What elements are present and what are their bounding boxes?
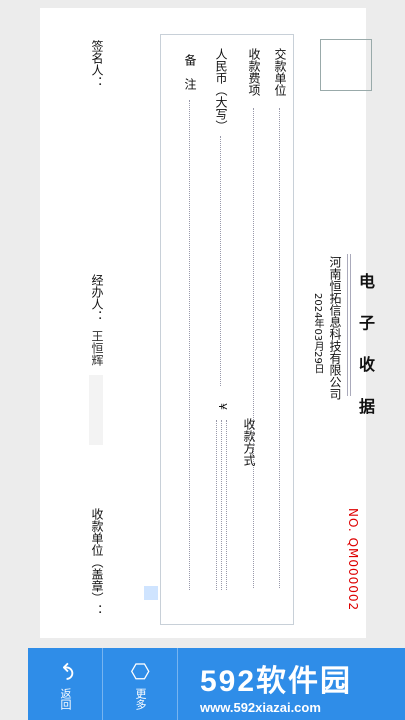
watermark: 592软件园 www.592xiazai.com bbox=[190, 650, 405, 720]
signature-pad[interactable] bbox=[89, 375, 103, 445]
hexagon-gear-icon: ⬡ bbox=[127, 661, 153, 681]
seal-label: 收款单位（盖章）： bbox=[90, 508, 104, 616]
payer-label: 交款单位 bbox=[273, 48, 287, 96]
receipt-paper: 电 子 收 据 河南恒拓信息科技有限公司 2024年03月29日 NO. QM0… bbox=[40, 8, 375, 638]
handler-label: 经办人： bbox=[90, 274, 104, 322]
stamp-box bbox=[320, 39, 372, 91]
note-label: 备 注 bbox=[183, 54, 197, 90]
payer-line bbox=[279, 108, 280, 588]
signer-label: 签名人： bbox=[90, 40, 104, 88]
amount-label: 人民币（大写） bbox=[214, 48, 228, 132]
amount-line bbox=[220, 136, 221, 386]
company-name: 河南恒拓信息科技有限公司 bbox=[328, 256, 342, 400]
note-edit-handle[interactable] bbox=[144, 586, 158, 600]
amount-figure-line-3 bbox=[226, 420, 227, 590]
watermark-url: www.592xiazai.com bbox=[200, 700, 321, 715]
receipt-date: 2024年03月29日 bbox=[312, 293, 323, 374]
title-underline-1 bbox=[347, 254, 348, 396]
item-line bbox=[253, 108, 254, 588]
watermark-logo: 592软件园 bbox=[200, 665, 353, 698]
note-line bbox=[189, 100, 190, 590]
handler-name: 王恒辉 bbox=[90, 330, 104, 366]
currency-symbol: ¥ bbox=[216, 403, 229, 410]
amount-figure-line-2 bbox=[221, 420, 222, 590]
amount-figure-line-1 bbox=[216, 420, 217, 590]
item-label: 收款费项 bbox=[247, 48, 261, 96]
more-label: 更多 bbox=[134, 687, 147, 710]
back-button[interactable]: ↶ 返回 bbox=[28, 648, 103, 720]
receipt-title: 电 子 收 据 bbox=[356, 273, 375, 424]
back-label: 返回 bbox=[59, 687, 72, 710]
more-button[interactable]: ⬡ 更多 bbox=[103, 648, 178, 720]
payment-method-label: 收款方式 bbox=[242, 418, 256, 466]
title-underline-2 bbox=[350, 254, 351, 396]
return-icon: ↶ bbox=[52, 661, 78, 681]
serial-number: NO. QM000002 bbox=[346, 508, 360, 612]
